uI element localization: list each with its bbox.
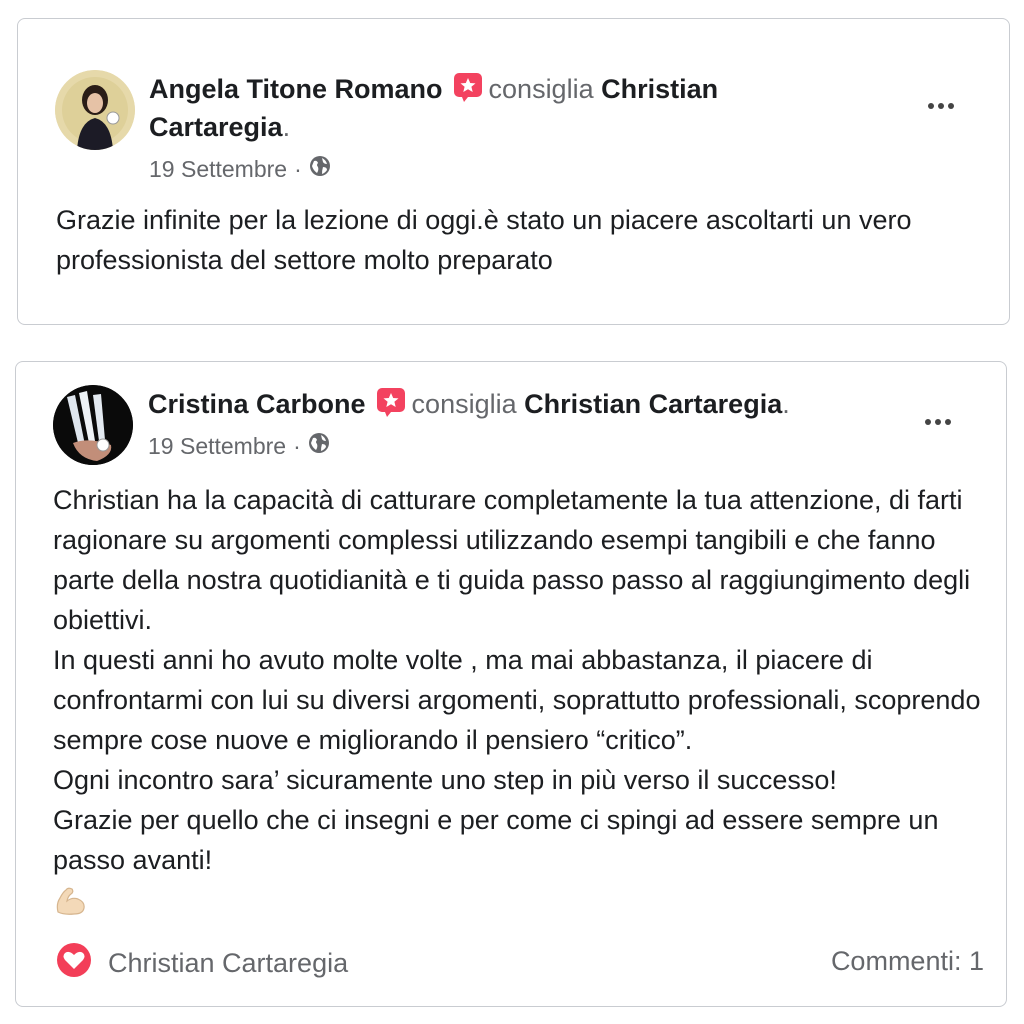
comments-count[interactable]: Commenti: 1 [831, 942, 984, 980]
more-options-icon[interactable] [928, 103, 954, 109]
review-text: Grazie infinite per la lezione di oggi.è… [56, 205, 912, 275]
review-card: Angela Titone Romano consiglia Christian … [17, 18, 1010, 325]
recommend-verb: consiglia [411, 389, 517, 419]
review-header: Cristina Carbone consiglia Christian Cart… [148, 385, 928, 423]
author-name[interactable]: Angela Titone Romano [149, 74, 443, 104]
reactions-summary[interactable]: Christian Cartaregia [56, 942, 348, 985]
recommend-badge-icon [376, 387, 406, 417]
love-reaction-icon [56, 942, 92, 985]
flexed-biceps-icon [54, 884, 88, 921]
meta-separator: · [294, 155, 302, 182]
post-date[interactable]: 19 Settembre [148, 433, 286, 460]
public-globe-icon [309, 155, 331, 183]
period: . [282, 112, 291, 142]
post-meta: 19 Settembre · [148, 432, 330, 460]
recommend-verb: consiglia [488, 74, 594, 104]
review-header: Angela Titone Romano consiglia Christian … [149, 70, 809, 146]
review-text: Christian ha la capacità di catturare co… [53, 485, 981, 875]
public-globe-icon [308, 432, 330, 460]
avatar[interactable] [53, 385, 133, 465]
reaction-name[interactable]: Christian Cartaregia [108, 948, 348, 979]
recommend-badge-icon [453, 72, 483, 102]
avatar[interactable] [55, 70, 135, 150]
post-meta: 19 Settembre · [149, 155, 331, 183]
review-card: Cristina Carbone consiglia Christian Cart… [15, 361, 1007, 1007]
post-date[interactable]: 19 Settembre [149, 156, 287, 183]
more-options-icon[interactable] [925, 419, 951, 425]
meta-separator: · [293, 432, 301, 459]
period: . [782, 389, 790, 419]
page-name-link[interactable]: Christian Cartaregia [524, 389, 782, 419]
author-name[interactable]: Cristina Carbone [148, 389, 366, 419]
